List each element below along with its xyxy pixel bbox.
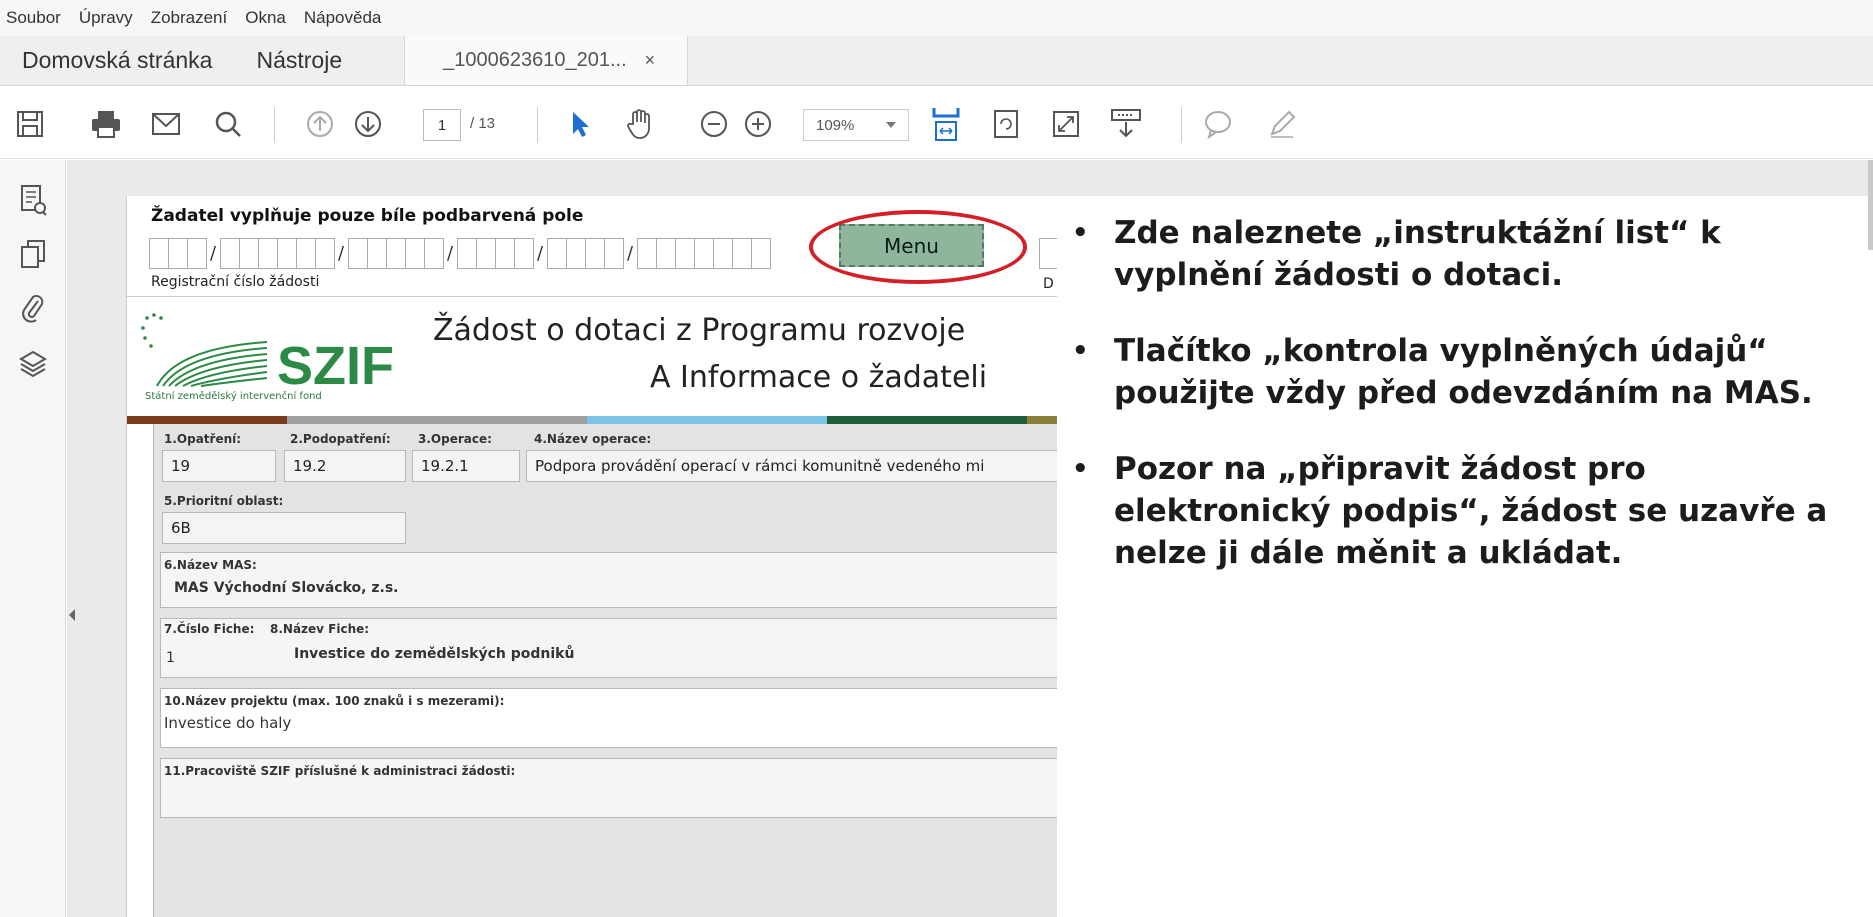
field-label: 4.Název operace: [534,432,652,446]
fullscreen-icon[interactable] [1046,104,1086,144]
prioritni-oblast-field[interactable]: 6B [162,512,406,544]
close-tab-icon[interactable]: × [645,50,656,71]
comment-icon[interactable] [1198,104,1238,144]
tab-tools[interactable]: Nástroje [234,36,364,85]
search-icon[interactable] [208,104,248,144]
form-fields: 1.Opatření: 2.Podopatření: 3.Operace: 4.… [153,424,1086,917]
layers-icon[interactable] [13,344,53,384]
cislo-fiche-value[interactable]: 1 [166,650,175,666]
collapse-panel-icon[interactable] [67,608,77,627]
field-label: 11.Pracoviště SZIF příslušné k administr… [164,764,516,778]
nazev-operace-field[interactable]: Podpora provádění operací v rámci komuni… [526,450,1086,482]
field-label: 8.Název Fiche: [270,622,370,636]
operace-field[interactable]: 19.2.1 [412,450,520,482]
field-label: 6.Název MAS: [164,558,257,572]
zoom-in-icon[interactable] [738,104,778,144]
menu-soubor[interactable]: Soubor [6,8,61,28]
tab-document-label: _1000623610_201... [443,49,627,71]
rotate-icon[interactable] [986,104,1026,144]
note-item: Tlačítko „kontrola vyplněných údajů“ pou… [1072,330,1872,414]
page-thumbnails-icon[interactable] [13,180,53,220]
toolbar-separator [274,107,275,143]
highlight-ellipse [809,210,1027,284]
pen-icon[interactable] [1262,104,1302,144]
page-number-input[interactable]: 1 [423,109,461,141]
zoom-out-icon[interactable] [694,104,734,144]
menu-okna[interactable]: Okna [245,8,286,28]
nazev-mas-value[interactable]: MAS Východní Slovácko, z.s. [174,580,398,596]
divider [127,296,1086,297]
select-arrow-icon[interactable] [560,104,600,144]
menu-zobrazeni[interactable]: Zobrazení [151,8,228,28]
page-total: / 13 [470,115,496,132]
field-label: 1.Opatření: [164,432,242,446]
tab-bar: Domovská stránka Nástroje _1000623610_20… [0,36,1873,86]
save-icon[interactable] [10,104,50,144]
copy-pages-icon[interactable] [13,234,53,274]
note-item: Zde naleznete „instruktážní list“ k vypl… [1072,212,1872,296]
read-mode-icon[interactable] [1106,104,1146,144]
field-label: 5.Prioritní oblast: [164,494,284,508]
field-label: 7.Číslo Fiche: [164,622,255,636]
podopatreni-field[interactable]: 19.2 [284,450,406,482]
toolbar: 1 / 13 109% [0,87,1873,159]
registration-number-label: Registrační číslo žádosti [151,274,320,290]
field-label: 10.Název projektu (max. 100 znaků i s me… [164,694,505,708]
field-label: 2.Podopatření: [290,432,391,446]
nazev-projektu-value[interactable]: Investice do haly [164,714,291,732]
zoom-value: 109% [816,116,855,134]
chevron-down-icon [886,122,896,128]
notes-list: Zde naleznete „instruktážní list“ k vypl… [1072,212,1872,608]
opatreni-field[interactable]: 19 [162,450,276,482]
menu-bar: Soubor Úpravy Zobrazení Okna Nápověda [0,0,1873,36]
menu-upravy[interactable]: Úpravy [79,8,133,28]
print-icon[interactable] [86,104,126,144]
zoom-select[interactable]: 109% [803,109,909,141]
field-label: 3.Operace: [418,432,492,446]
document-subtitle: A Informace o žadateli [650,360,988,395]
nazev-fiche-value[interactable]: Investice do zemědělských podniků [294,646,574,662]
registration-number-field[interactable]: / / / / / [149,238,771,269]
pdf-page: Žadatel vyplňuje pouze bíle podbarvená p… [126,196,1086,917]
fill-instruction: Žadatel vyplňuje pouze bíle podbarvená p… [151,206,584,226]
toolbar-separator [537,107,538,143]
scrollbar[interactable] [1868,160,1873,250]
attachment-icon[interactable] [13,288,53,328]
email-icon[interactable] [146,104,186,144]
color-stripe [127,416,1086,424]
tab-document[interactable]: _1000623610_201... × [404,36,689,85]
fit-width-icon[interactable] [926,104,966,144]
date-label: D [1043,276,1054,292]
hand-icon[interactable] [620,104,660,144]
left-panel [0,160,66,917]
tab-home[interactable]: Domovská stránka [0,36,234,85]
menu-napoveda[interactable]: Nápověda [304,8,382,28]
page-down-icon[interactable] [348,104,388,144]
page-up-icon[interactable] [300,104,340,144]
document-title: Žádost o dotaci z Programu rozvoje [433,313,966,348]
toolbar-separator [1181,107,1182,143]
note-item: Pozor na „připravit žádost pro elektroni… [1072,448,1872,574]
